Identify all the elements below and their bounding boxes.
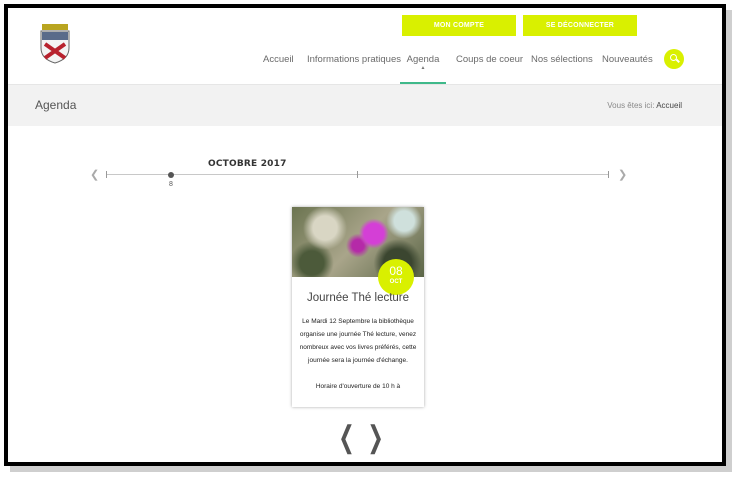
chevron-left-icon[interactable]: ❮ [90, 168, 99, 181]
timeline-tick [357, 171, 358, 178]
frame-shadow-right [726, 10, 732, 470]
timeline-month-label: OCTOBRE 2017 [208, 159, 287, 169]
page-title: Agenda [35, 98, 77, 112]
breadcrumb-link-accueil[interactable]: Accueil [656, 101, 682, 110]
page-header-band: Agenda Vous êtes ici: Accueil [8, 84, 722, 126]
search-button[interactable] [664, 49, 684, 69]
frame-shadow-bottom [10, 466, 732, 472]
my-account-button[interactable]: MON COMPTE [402, 15, 516, 36]
nav-item-nouveautes[interactable]: Nouveautés [602, 48, 653, 84]
carousel-prev-button[interactable]: ❮ [338, 423, 354, 453]
timeline-tick [608, 171, 609, 178]
event-date-badge: 08 OCT [378, 259, 414, 295]
chevron-right-icon[interactable]: ❯ [618, 168, 627, 181]
nav-item-agenda[interactable]: Agenda ▲ [400, 48, 446, 84]
timeline-day-label: 8 [169, 181, 173, 188]
timeline-event-dot[interactable] [168, 172, 174, 178]
search-icon-handle [676, 58, 680, 63]
timeline-tick [106, 171, 107, 178]
event-card[interactable]: 08 OCT Journée Thé lecture Le Mardi 12 S… [292, 207, 424, 407]
event-extra-text: Horaire d'ouverture de 10 h à [315, 383, 401, 390]
event-month: OCT [389, 279, 403, 285]
event-day: 08 [389, 264, 403, 278]
nav-item-coups-de-coeur[interactable]: Coups de coeur [456, 48, 523, 84]
nav-item-informations-pratiques[interactable]: Informations pratiques [307, 48, 401, 84]
main-nav: Accueil Informations pratiques Agenda ▲ … [8, 48, 722, 84]
event-description-text: Le Mardi 12 Septembre la bibliothèque or… [299, 318, 417, 364]
breadcrumb: Vous êtes ici: Accueil [607, 101, 682, 110]
nav-item-accueil[interactable]: Accueil [263, 48, 294, 84]
carousel-next-button[interactable]: ❯ [367, 423, 383, 453]
browser-frame: MON COMPTE SE DÉCONNECTER Accueil Inform… [4, 4, 726, 466]
breadcrumb-prefix: Vous êtes ici: [607, 101, 655, 110]
event-description: Le Mardi 12 Septembre la bibliothèque or… [298, 315, 418, 393]
logout-button[interactable]: SE DÉCONNECTER [523, 15, 637, 36]
nav-item-nos-selections[interactable]: Nos sélections [531, 48, 593, 84]
event-title: Journée Thé lecture [306, 292, 410, 304]
active-caret-icon: ▲ [420, 65, 426, 71]
